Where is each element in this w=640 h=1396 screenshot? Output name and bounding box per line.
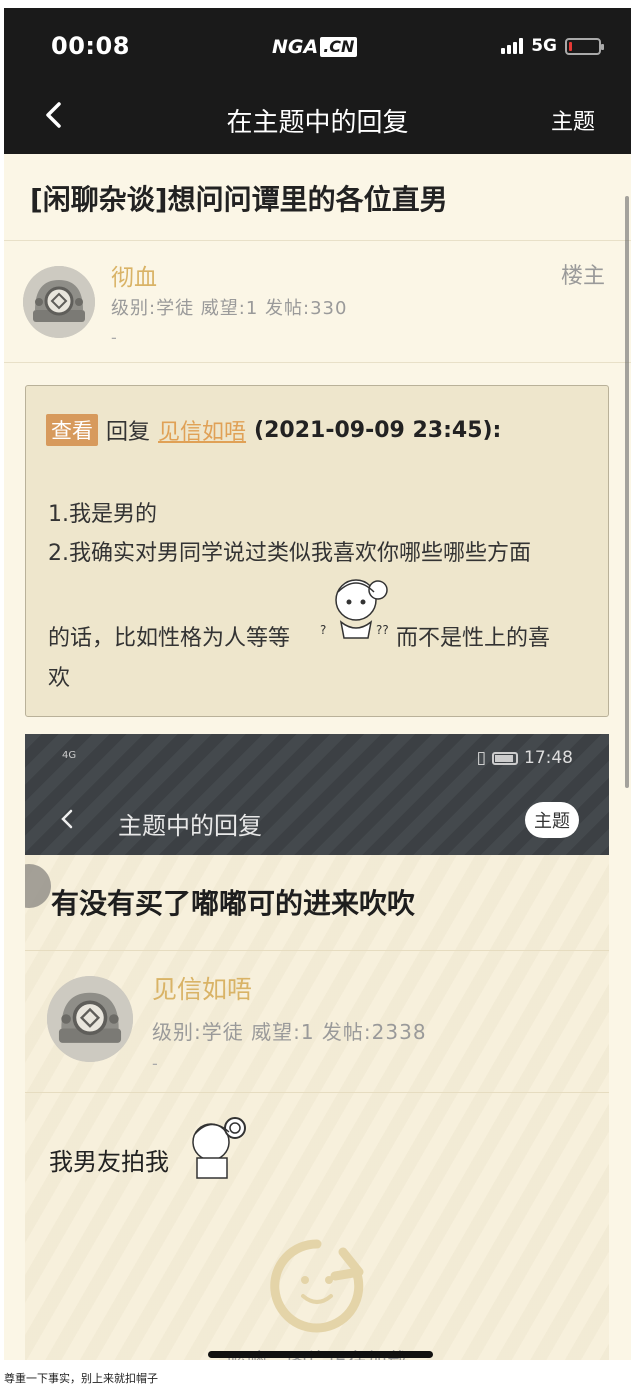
nga-logo: NGA .CN <box>272 35 358 59</box>
post-meta: 级别:学徒 威望:1 发帖:330 <box>111 298 348 319</box>
content-line-3: 的话，比如性格为人等等 <box>48 626 291 651</box>
logo-text: NGA <box>272 36 319 58</box>
nav-title: 在主题中的回复 <box>226 108 409 138</box>
network-type: 5G <box>531 36 557 56</box>
embedded-meta: 级别:学徒 威望:1 发帖:2338 <box>152 1020 427 1044</box>
top-bar: 00:08 NGA .CN 5G 在主题中的回复 主题 <box>4 8 631 154</box>
embedded-time: 17:48 <box>524 748 573 768</box>
embedded-body-text: 我男友拍我 <box>49 1148 169 1176</box>
view-button[interactable]: 查看 <box>46 414 98 446</box>
embedded-signal: 4G <box>62 750 77 761</box>
topic-button[interactable]: 主题 <box>551 104 595 136</box>
vibrate-icon: ▯ <box>476 748 486 768</box>
phone-screen: 00:08 NGA .CN 5G 在主题中的回复 主题 [闲聊杂谈]想问问谭里的… <box>4 8 631 1360</box>
content-line-4: 而不是性上的喜 <box>396 626 551 651</box>
embedded-battery-icon <box>492 751 518 765</box>
post-content-box: 查看 回复 见信如唔 (2021-09-09 23:45): 1.我是男的 2.… <box>25 385 609 717</box>
svg-text:??: ?? <box>376 623 389 637</box>
floor-label: 楼主 <box>560 264 605 289</box>
avatar[interactable] <box>23 266 95 338</box>
svg-text:?: ? <box>320 623 326 637</box>
content-line-5: 欢 <box>48 666 71 691</box>
loading-spinner-icon <box>270 1239 364 1333</box>
divider <box>25 1092 609 1093</box>
thread-title: [闲聊杂谈]想问问谭里的各位直男 <box>30 183 448 216</box>
embedded-topic-button: 主题 <box>525 802 579 838</box>
embedded-avatar <box>47 976 133 1062</box>
quoted-user-link[interactable]: 见信如唔 <box>158 414 246 446</box>
embedded-top-bar: 4G ▯ 17:48 主题中的回复 主题 <box>25 734 609 855</box>
logo-cn: .CN <box>320 37 358 57</box>
battery-icon <box>565 37 604 55</box>
quote-header: 查看 回复 见信如唔 (2021-09-09 23:45): <box>46 414 501 446</box>
embedded-nav-title: 主题中的回复 <box>118 812 262 840</box>
divider <box>4 362 631 363</box>
signal-icon <box>501 38 524 54</box>
home-indicator[interactable] <box>208 1351 433 1358</box>
quote-date: (2021-09-09 23:45): <box>254 417 502 443</box>
post-meta-dash: - <box>111 328 117 347</box>
embedded-status-right: ▯ 17:48 <box>477 748 573 768</box>
scrollbar[interactable] <box>625 196 629 788</box>
content-line-2: 2.我确实对男同学说过类似我喜欢你哪些哪些方面 <box>48 541 531 566</box>
divider <box>4 240 631 241</box>
content-line-1: 1.我是男的 <box>48 502 157 527</box>
anime-sticker-icon <box>192 1117 246 1179</box>
embedded-back-icon <box>61 809 73 829</box>
embedded-meta-dash: - <box>152 1054 158 1073</box>
divider <box>25 950 609 951</box>
embedded-thread-title: 有没有买了嘟嘟可的进来吹吹 <box>51 887 416 920</box>
status-time: 00:08 <box>51 32 130 60</box>
post-author[interactable]: 彻血 <box>111 258 157 292</box>
diving-helmet-icon <box>47 976 133 1062</box>
reply-label: 回复 <box>106 420 151 445</box>
caption-text: 尊重一下事实，别上来就扣帽子 <box>4 1372 158 1385</box>
diving-helmet-icon <box>23 266 95 338</box>
embedded-screenshot[interactable]: 4G ▯ 17:48 主题中的回复 主题 有没有买了嘟嘟可的进来吹吹 见信如唔 … <box>25 734 609 1360</box>
embedded-author: 见信如唔 <box>152 975 253 1004</box>
status-right: 5G <box>501 36 604 56</box>
anime-sticker-icon: ? ?? <box>320 579 389 639</box>
